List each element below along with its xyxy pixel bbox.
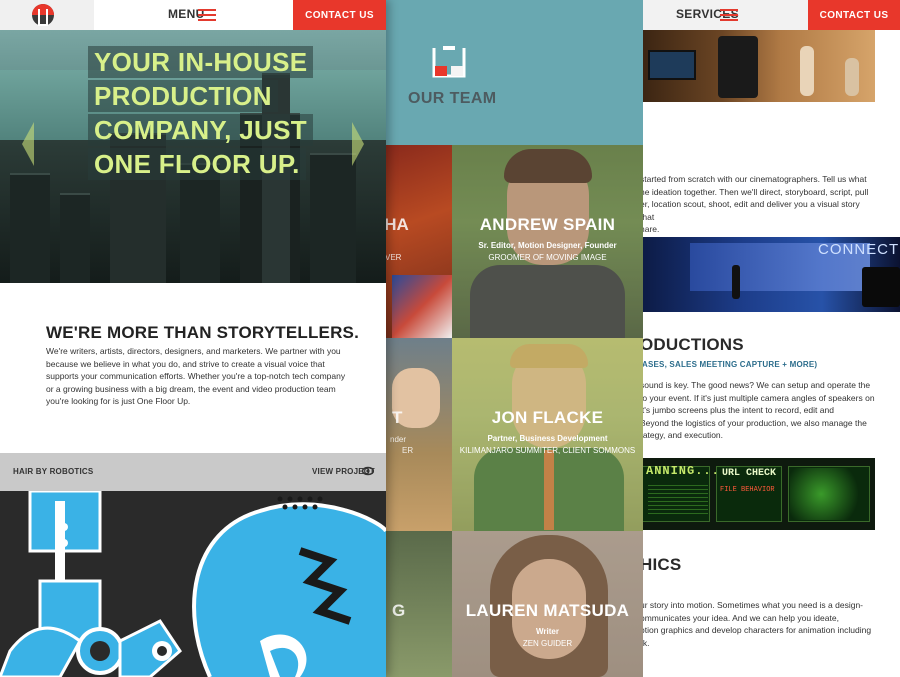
- eye-icon[interactable]: [362, 465, 374, 477]
- member-role: Partner, Business Development: [487, 434, 608, 443]
- text-line: he ideation together. Then we'll direct,…: [640, 186, 869, 197]
- text-line: it's jumbo screens plus the intent to re…: [640, 405, 834, 415]
- hero-banner: YOUR IN-HOUSE PRODUCTION COMPANY, JUST O…: [0, 30, 386, 283]
- text-line: started from scratch with our cinematogr…: [640, 174, 867, 184]
- productions-heading: ODUCTIONS: [640, 335, 744, 354]
- robot-illustration: [0, 491, 386, 677]
- hero-headline: YOUR IN-HOUSE: [88, 46, 314, 78]
- services-page: SERVICES CONTACT US started from scratch…: [640, 0, 900, 677]
- logo-icon[interactable]: [31, 3, 55, 27]
- home-page: MENU CONTACT US YOUR IN-HOUSE PRODUCTION…: [0, 0, 386, 677]
- strategy-paragraph: started from scratch with our cinematogr…: [640, 173, 875, 236]
- hero-headline: COMPANY, JUST: [88, 114, 313, 146]
- graphics-paragraph: ur story into motion. Sometimes what you…: [640, 599, 875, 649]
- text-line: Beyond the logistics of your production,…: [640, 417, 867, 428]
- member-name: ANDREW SPAIN: [479, 215, 616, 234]
- text-line: rk.: [640, 637, 650, 648]
- hamburger-icon[interactable]: [198, 9, 216, 21]
- text-line: ur story into motion. Sometimes what you…: [640, 600, 863, 610]
- project-feature[interactable]: HAIR BY ROBOTICS VIEW PROJECT: [0, 453, 386, 677]
- team-card-partial[interactable]: RHA VER: [386, 145, 452, 338]
- team-card-jon[interactable]: JON FLACKE Partner, Business Development…: [452, 338, 643, 531]
- team-page: OUR TEAM RHA VER T nder ER G ANDREW SPAI…: [386, 0, 643, 677]
- hamburger-icon[interactable]: [720, 9, 738, 21]
- text-line: ommunicates your idea. And we can help y…: [640, 612, 839, 623]
- prev-arrow-icon[interactable]: [22, 122, 34, 166]
- text-line: er, location scout, shoot, edit and deli…: [640, 199, 860, 222]
- member-role: Writer: [536, 627, 559, 636]
- member-tag: GROOMER OF MOVING IMAGE: [488, 253, 607, 262]
- project-title: HAIR BY ROBOTICS: [13, 467, 94, 476]
- member-name: JON FLACKE: [491, 408, 604, 427]
- production-photo: [640, 30, 875, 102]
- our-team-heading: OUR TEAM: [408, 90, 497, 107]
- productions-subheading: ASES, SALES MEETING CAPTURE + MORE): [642, 360, 818, 369]
- connect-screen-text: CONNECT: [818, 241, 900, 258]
- team-card-partial[interactable]: T nder ER: [386, 338, 452, 531]
- partial-name: G: [392, 601, 406, 620]
- team-card-andrew[interactable]: ANDREW SPAIN Sr. Editor, Motion Designer…: [452, 145, 643, 338]
- partial-role: nder: [390, 435, 407, 444]
- about-section: WE'RE MORE THAN STORYTELLERS. We're writ…: [0, 283, 386, 453]
- hero-headline: PRODUCTION: [88, 80, 278, 112]
- about-heading: WE'RE MORE THAN STORYTELLERS.: [46, 323, 360, 342]
- team-card-partial[interactable]: G: [386, 531, 452, 677]
- member-role: Sr. Editor, Motion Designer, Founder: [478, 241, 617, 250]
- contact-us-button[interactable]: CONTACT US: [808, 0, 900, 30]
- partial-tag: VER: [386, 253, 402, 262]
- partial-name: RHA: [386, 215, 409, 234]
- member-tag: KILIMANJARO SUMMITER, CLIENT SOMMONS: [459, 446, 636, 455]
- contact-us-button[interactable]: CONTACT US: [293, 0, 386, 30]
- text-line: to your event. If it's just multiple cam…: [640, 392, 875, 403]
- file-behavior-text: FILE BEHAVIOR: [720, 486, 775, 494]
- url-check-text: URL CHECK: [722, 468, 777, 479]
- text-line: rategy, and execution.: [640, 430, 724, 440]
- partial-tag: ER: [402, 446, 414, 455]
- event-photo: CONNECT: [640, 237, 900, 312]
- logo-icon: [432, 46, 466, 78]
- team-header: [386, 0, 643, 145]
- partial-name: T: [392, 408, 403, 427]
- text-line: otion graphics and develop characters fo…: [640, 625, 872, 635]
- graphics-heading: HICS: [640, 555, 682, 574]
- screens-photo: ANNING... URL CHECK FILE BEHAVIOR: [640, 458, 875, 530]
- next-arrow-icon[interactable]: [352, 122, 364, 166]
- productions-paragraph: sound is key. The good news? We can setu…: [640, 379, 875, 442]
- team-card-lauren[interactable]: LAUREN MATSUDA Writer ZEN GUIDER: [452, 531, 643, 677]
- member-name: LAUREN MATSUDA: [465, 601, 630, 620]
- planning-screen-text: ANNING...: [646, 464, 720, 478]
- member-tag: ZEN GUIDER: [522, 639, 573, 648]
- about-paragraph: We're writers, artists, directors, desig…: [46, 346, 346, 406]
- text-line: hare.: [640, 224, 660, 234]
- hero-headline: ONE FLOOR UP.: [88, 148, 306, 180]
- text-line: sound is key. The good news? We can setu…: [640, 380, 871, 390]
